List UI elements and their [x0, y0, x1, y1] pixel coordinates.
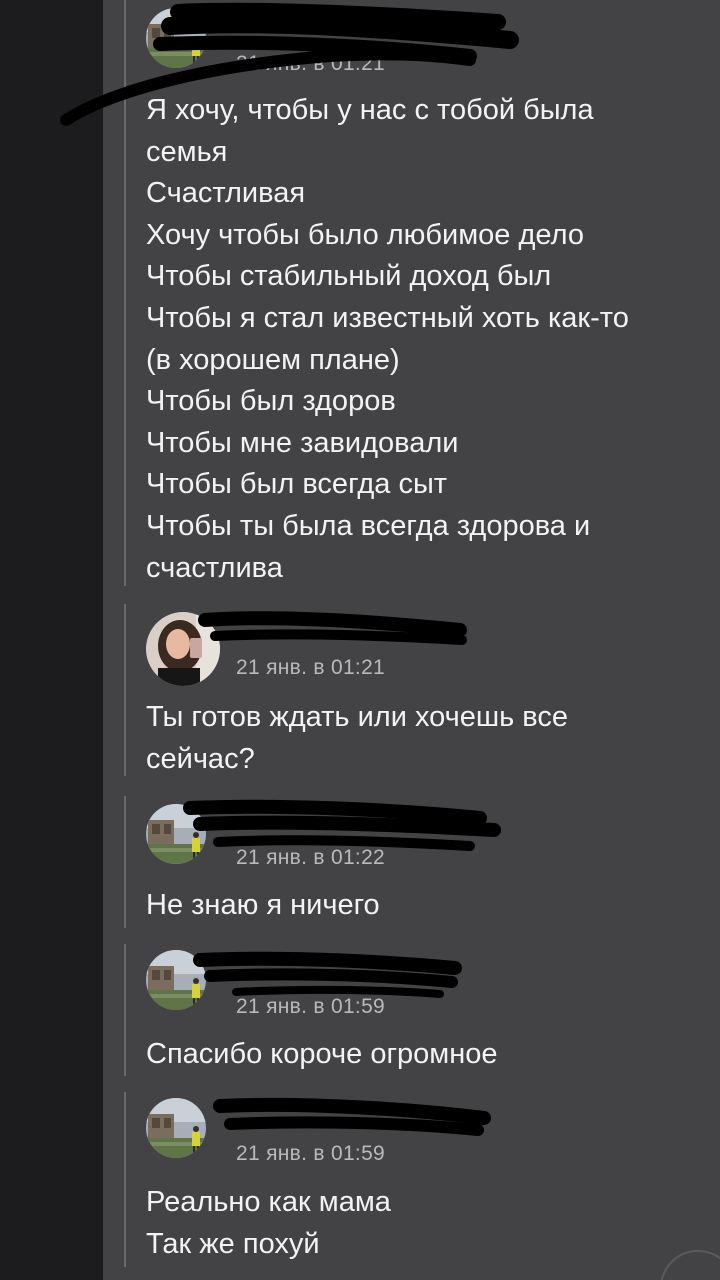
message-line: Чтобы был здоров [146, 385, 396, 418]
avatar[interactable] [146, 612, 220, 686]
message-text: Я хочу, чтобы у нас с тобой была семья С… [146, 90, 629, 589]
avatar[interactable] [146, 1098, 206, 1158]
message-line: Спасибо короче огромное [146, 1038, 498, 1070]
avatar[interactable] [146, 804, 206, 864]
message-line: Чтобы мне завидовали [146, 426, 459, 459]
message-date: 21 янв. в 01:22 [236, 846, 386, 869]
message-line: Счастливая [146, 177, 306, 210]
message-text: Реально как мама Так же похуй [146, 1182, 391, 1265]
message-date: 21 янв. в 01:21 [236, 656, 386, 679]
message-line: Чтобы я стал известный хоть как-то [146, 301, 629, 334]
message-text: Не знаю я ничего [146, 885, 380, 927]
message-line: счастлива [146, 551, 283, 584]
message-line: Реально как мама [146, 1186, 391, 1218]
message-line: сейчас? [146, 742, 255, 775]
message-line: Так же похуй [146, 1227, 320, 1260]
message-text: Ты готов ждать или хочешь все сейчас? [146, 697, 568, 780]
message-line: семья [146, 135, 228, 168]
message-line: Хочу чтобы было любимое дело [146, 218, 584, 251]
message-line: Чтобы был всегда сыт [146, 468, 448, 501]
message-block: 21 янв. в 01:21 Я хочу, чтобы у нас с то… [124, 0, 706, 586]
message-line: Не знаю я ничего [146, 889, 380, 921]
message-date: 21 янв. в 01:21 [236, 52, 386, 75]
message-line: Чтобы ты была всегда здорова и [146, 509, 591, 542]
avatar[interactable] [146, 8, 206, 68]
message-line: Чтобы стабильный доход был [146, 260, 552, 293]
message-block: 21 янв. в 01:21 Ты готов ждать или хочеш… [124, 604, 706, 776]
left-gutter [0, 0, 103, 1280]
avatar[interactable] [146, 950, 206, 1010]
message-line: Ты готов ждать или хочешь все [146, 701, 569, 733]
message-date: 21 янв. в 01:59 [236, 1142, 386, 1165]
message-block: 21 янв. в 01:59 Спасибо короче огромное [124, 944, 706, 1076]
message-line: Я хочу, чтобы у нас с тобой была [146, 94, 594, 126]
message-block: 21 янв. в 01:22 Не знаю я ничего [124, 796, 706, 928]
message-line: (в хорошем плане) [146, 343, 400, 376]
message-date: 21 янв. в 01:59 [236, 995, 386, 1018]
message-block: 21 янв. в 01:59 Реально как мама Так же … [124, 1092, 706, 1267]
message-text: Спасибо короче огромное [146, 1034, 498, 1076]
